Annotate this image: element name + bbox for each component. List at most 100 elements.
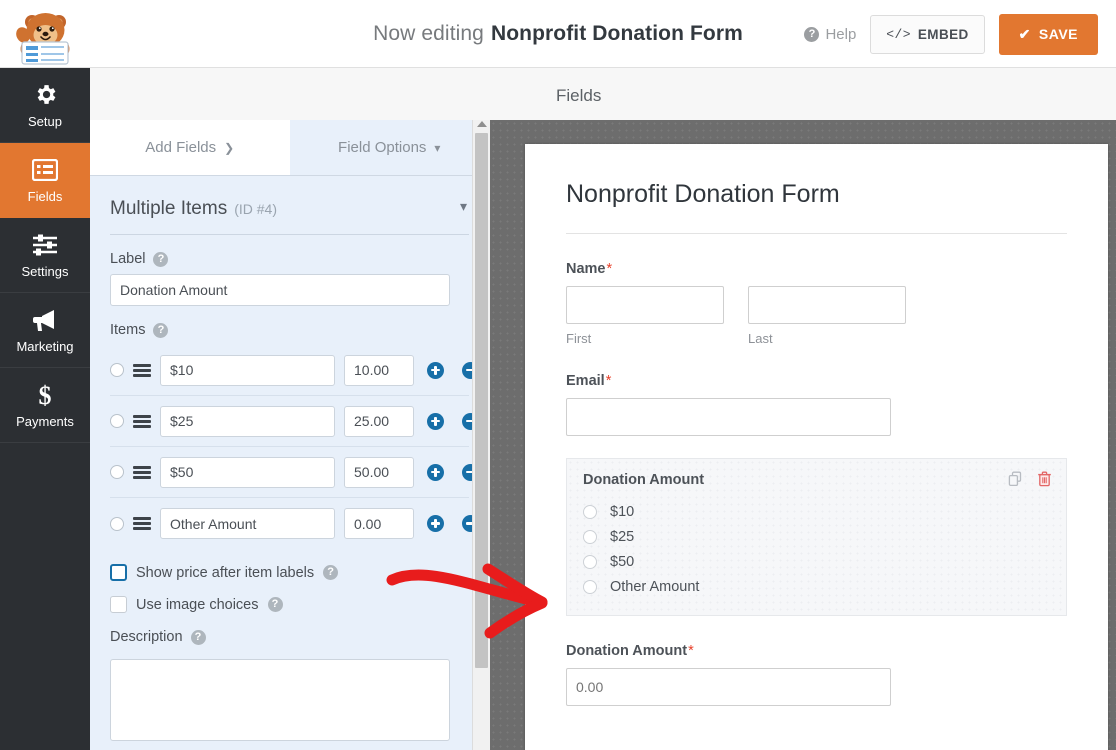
question-icon[interactable]: ?: [190, 629, 206, 645]
sidebar-item-marketing[interactable]: Marketing: [0, 293, 90, 368]
item-label-input[interactable]: [160, 508, 335, 539]
use-image-choices-label: Use image choices: [136, 596, 259, 613]
list-item[interactable]: Other Amount: [583, 574, 1050, 599]
list-item[interactable]: $10: [583, 499, 1050, 524]
preview-field-label: Email*: [566, 373, 1067, 389]
embed-button[interactable]: </> EMBED: [870, 14, 985, 54]
chevron-down-icon[interactable]: ▾: [460, 198, 467, 215]
tab-field-options[interactable]: Field Options ▾: [289, 120, 489, 176]
help-button[interactable]: ? Help: [804, 26, 856, 43]
tab-label: Field Options: [338, 139, 427, 156]
description-option-row: Description ?: [110, 629, 469, 645]
radio-icon[interactable]: [110, 465, 124, 479]
form-preview-area: Nonprofit Donation Form Name* First Last: [490, 120, 1116, 750]
trash-icon[interactable]: [1037, 471, 1052, 487]
field-options-body: Multiple Items (ID #4) ▾ Label ? Items ?: [90, 176, 489, 746]
save-button[interactable]: ✔ SAVE: [998, 13, 1098, 55]
preview-name-last-col: Last: [748, 286, 906, 346]
preview-last-name-input[interactable]: [748, 286, 906, 324]
item-price-input[interactable]: [344, 508, 414, 539]
drag-handle-icon[interactable]: [133, 363, 151, 377]
radio-icon[interactable]: [110, 363, 124, 377]
show-price-label: Show price after item labels: [136, 564, 315, 581]
sidebar-item-payments[interactable]: $ Payments: [0, 368, 90, 443]
duplicate-icon[interactable]: [1008, 471, 1024, 487]
wpforms-form-builder: Now editing Nonprofit Donation Form ? He…: [0, 0, 1116, 750]
sidebar-item-fields[interactable]: Fields: [0, 143, 90, 218]
field-type-header[interactable]: Multiple Items (ID #4) ▾: [110, 176, 469, 235]
list-item[interactable]: $25: [583, 524, 1050, 549]
items-option-row: Items ?: [110, 322, 469, 338]
preview-field-name[interactable]: Name* First Last: [566, 261, 1067, 346]
preview-choices-list: $10 $25 $50 Other Amount: [583, 499, 1050, 599]
show-price-checkbox[interactable]: [110, 564, 127, 581]
sidebar-item-settings[interactable]: Settings: [0, 218, 90, 293]
choice-label: $50: [610, 553, 635, 570]
tab-add-fields[interactable]: Add Fields ❯: [90, 120, 290, 176]
sliders-icon: [32, 232, 59, 258]
sidebar-item-setup[interactable]: Setup: [0, 68, 90, 143]
question-icon[interactable]: ?: [267, 597, 283, 612]
radio-icon[interactable]: [583, 529, 597, 544]
drag-handle-icon[interactable]: [133, 517, 151, 530]
plus-circle-icon[interactable]: [427, 361, 444, 379]
preview-email-inputs: [566, 398, 1067, 436]
items-list: [110, 345, 479, 549]
preview-sublabel-first: First: [566, 331, 592, 346]
drag-handle-icon[interactable]: [133, 465, 151, 479]
question-circle-icon: ?: [804, 26, 820, 42]
question-icon[interactable]: ?: [153, 251, 169, 267]
radio-icon[interactable]: [583, 554, 597, 569]
radio-icon[interactable]: [110, 414, 124, 428]
preview-donation-amount-input[interactable]: [566, 668, 891, 706]
preview-first-name-input[interactable]: [566, 286, 724, 324]
required-marker: *: [605, 373, 612, 389]
required-marker: *: [606, 261, 613, 277]
items-option-title: Items: [110, 322, 146, 338]
panel-header: Fields: [90, 68, 1116, 124]
question-icon[interactable]: ?: [323, 565, 339, 580]
description-textarea[interactable]: [110, 659, 450, 741]
topbar-actions: ? Help </> EMBED ✔ SAVE: [804, 0, 1098, 68]
item-price-input[interactable]: [344, 456, 414, 488]
scroll-up-arrow-icon[interactable]: [476, 121, 487, 127]
item-label-input[interactable]: [160, 405, 335, 437]
item-price-input[interactable]: [344, 405, 414, 437]
item-label-input[interactable]: [160, 354, 335, 386]
help-label: Help: [825, 25, 857, 43]
preview-field-email[interactable]: Email*: [566, 373, 1067, 436]
sidebar-item-label: Setup: [28, 113, 62, 129]
plus-circle-icon[interactable]: [427, 463, 444, 481]
item-label-input[interactable]: [160, 456, 335, 488]
choice-label: Other Amount: [610, 578, 700, 595]
list-item[interactable]: $50: [583, 549, 1050, 574]
item-price-input[interactable]: [344, 354, 414, 386]
sidebar-item-label: Settings: [21, 263, 69, 279]
preview-field-donation-amount-single[interactable]: Donation Amount*: [566, 643, 1067, 706]
panel-scrollbar[interactable]: [472, 120, 490, 750]
save-label: SAVE: [1038, 26, 1078, 42]
embed-label: EMBED: [917, 26, 969, 42]
field-id: (ID #4): [234, 201, 277, 217]
radio-icon[interactable]: [110, 516, 124, 531]
radio-icon[interactable]: [583, 579, 597, 594]
item-row: [110, 396, 479, 447]
use-image-choices-checkbox[interactable]: [110, 596, 127, 613]
drag-handle-icon[interactable]: [133, 414, 151, 428]
svg-text:$: $: [39, 382, 52, 408]
preview-email-input[interactable]: [566, 398, 891, 436]
field-options-panel: Add Fields ❯ Field Options ▾ Multiple It…: [90, 120, 490, 750]
question-icon[interactable]: ?: [153, 322, 169, 338]
plus-circle-icon[interactable]: [427, 412, 444, 430]
form-name: Nonprofit Donation Form: [490, 22, 743, 45]
preview-sublabel-last: Last: [748, 331, 773, 346]
list-icon: [32, 157, 58, 183]
preview-form-title: Nonprofit Donation Form: [566, 180, 1067, 234]
plus-circle-icon[interactable]: [427, 515, 444, 532]
scrollbar-thumb[interactable]: [475, 133, 488, 668]
preview-field-donation-amount-choices[interactable]: Donation Amount $10 $25 $50 Other Amount: [566, 458, 1067, 616]
choice-label: $25: [610, 528, 635, 545]
top-bar: Now editing Nonprofit Donation Form ? He…: [0, 0, 1116, 68]
radio-icon[interactable]: [583, 504, 597, 519]
label-input[interactable]: [110, 274, 450, 306]
